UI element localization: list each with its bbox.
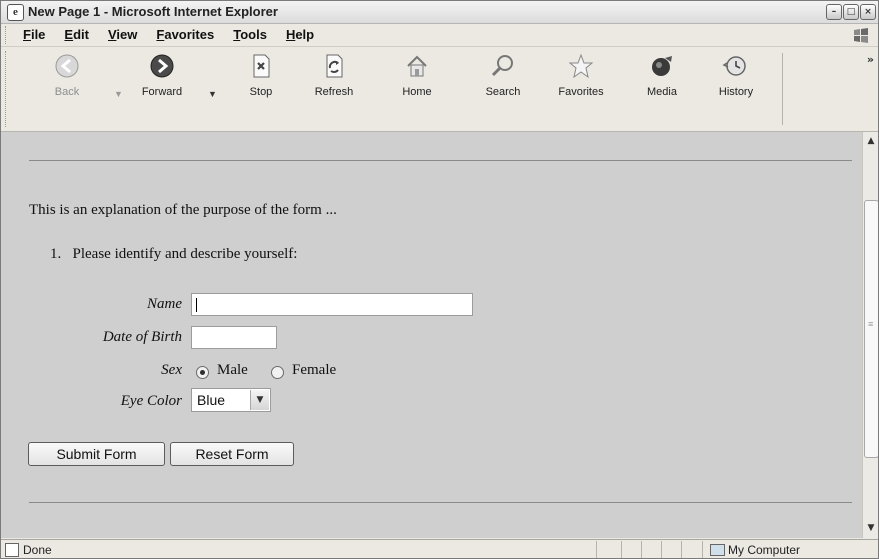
stop-label: Stop — [249, 86, 273, 98]
ie-page-icon: e — [7, 4, 24, 21]
sex-female-label: Female — [292, 362, 337, 378]
menu-favorites[interactable]: Favorites — [156, 27, 214, 42]
media-label: Media — [647, 86, 677, 98]
menu-tools[interactable]: Tools — [233, 27, 267, 42]
sex-female-radio[interactable] — [271, 366, 284, 379]
sex-label: Sex — [161, 362, 182, 378]
scrollbar-thumb[interactable] — [864, 200, 878, 458]
scroll-up-icon[interactable]: ▲ — [864, 133, 878, 149]
status-divider — [702, 541, 703, 558]
history-icon — [722, 56, 746, 76]
forward-label: Forward — [141, 86, 183, 98]
name-input[interactable] — [191, 293, 473, 316]
eye-color-value: Blue — [197, 392, 226, 408]
status-divider — [681, 541, 682, 558]
scroll-down-icon[interactable]: ▼ — [864, 520, 878, 536]
dob-label: Date of Birth — [102, 329, 182, 345]
horizontal-rule-bottom — [29, 502, 852, 503]
menu-bar: File Edit View Favorites Tools Help — [1, 24, 878, 47]
status-text: Done — [23, 543, 52, 557]
media-button[interactable]: Media — [643, 53, 681, 98]
back-label: Back — [54, 86, 80, 98]
stop-button[interactable]: Stop — [243, 53, 279, 98]
status-divider — [596, 541, 597, 558]
forward-arrow-icon — [150, 54, 174, 78]
chevron-down-icon[interactable]: ▼ — [250, 390, 269, 410]
form-intro-text: This is an explanation of the purpose of… — [29, 202, 337, 218]
forward-dropdown-icon[interactable]: ▼ — [208, 89, 217, 99]
menu-edit[interactable]: Edit — [64, 27, 89, 42]
search-button[interactable]: Search — [481, 53, 525, 98]
list-item-text: Please identify and describe yourself: — [72, 246, 298, 262]
text-caret — [196, 298, 197, 312]
magnifier-icon — [491, 55, 513, 77]
sex-male-radio[interactable] — [196, 366, 209, 379]
home-icon — [407, 55, 427, 77]
computer-icon — [710, 544, 725, 556]
media-icon — [652, 56, 672, 76]
back-dropdown-icon[interactable]: ▼ — [114, 89, 123, 99]
page-content: This is an explanation of the purpose of… — [1, 132, 862, 538]
favorites-button[interactable]: Favorites — [553, 53, 609, 98]
menu-file[interactable]: File — [23, 27, 45, 42]
favorites-label: Favorites — [558, 86, 604, 98]
forward-button[interactable]: Forward — [137, 53, 187, 98]
toolbar-divider — [782, 53, 783, 125]
window-controls: – □ × — [826, 4, 876, 20]
windows-logo-icon — [854, 28, 868, 43]
title-bar: e New Page 1 - Microsoft Internet Explor… — [1, 1, 878, 24]
toolbar-grip[interactable] — [5, 51, 9, 127]
sex-male-label: Male — [217, 362, 248, 378]
name-label: Name — [147, 296, 182, 312]
vertical-scrollbar[interactable]: ▲ ▼ — [862, 132, 878, 538]
eye-color-label: Eye Color — [120, 393, 182, 409]
refresh-label: Refresh — [314, 86, 354, 98]
status-bar: Done My Computer — [1, 539, 878, 558]
horizontal-rule — [29, 160, 852, 161]
list-item: 1. Please identify and describe yourself… — [50, 246, 297, 263]
menu-help[interactable]: Help — [286, 27, 314, 42]
refresh-button[interactable]: Refresh — [312, 53, 356, 98]
home-label: Home — [402, 86, 432, 98]
reset-form-button[interactable]: Reset Form — [170, 442, 294, 466]
status-divider — [661, 541, 662, 558]
status-divider — [621, 541, 622, 558]
toolbar-overflow-icon[interactable]: » — [867, 53, 874, 66]
home-button[interactable]: Home — [398, 53, 436, 98]
submit-form-button[interactable]: Submit Form — [28, 442, 165, 466]
search-label: Search — [485, 86, 521, 98]
menu-grip[interactable] — [5, 26, 9, 44]
browser-window: e New Page 1 - Microsoft Internet Explor… — [0, 0, 879, 559]
back-button[interactable]: Back — [49, 53, 85, 98]
star-icon — [568, 53, 594, 79]
refresh-icon — [326, 54, 343, 78]
close-icon[interactable]: × — [860, 4, 876, 20]
maximize-icon[interactable]: □ — [843, 4, 859, 20]
standard-toolbar: Back ▼ Forward ▼ Stop Refresh Home Searc… — [1, 47, 878, 132]
list-item-number: 1. — [50, 246, 62, 262]
menu-view[interactable]: View — [108, 27, 137, 42]
back-arrow-icon — [55, 54, 79, 78]
window-title: New Page 1 - Microsoft Internet Explorer — [28, 4, 278, 19]
history-button[interactable]: History — [714, 53, 758, 98]
security-zone-label: My Computer — [728, 543, 801, 557]
minimize-icon[interactable]: – — [826, 4, 842, 20]
status-divider — [641, 541, 642, 558]
dob-input[interactable] — [191, 326, 277, 349]
history-label: History — [718, 86, 754, 98]
page-status-icon — [5, 543, 19, 557]
eye-color-select[interactable]: Blue ▼ — [191, 388, 271, 412]
stop-icon — [253, 54, 270, 78]
